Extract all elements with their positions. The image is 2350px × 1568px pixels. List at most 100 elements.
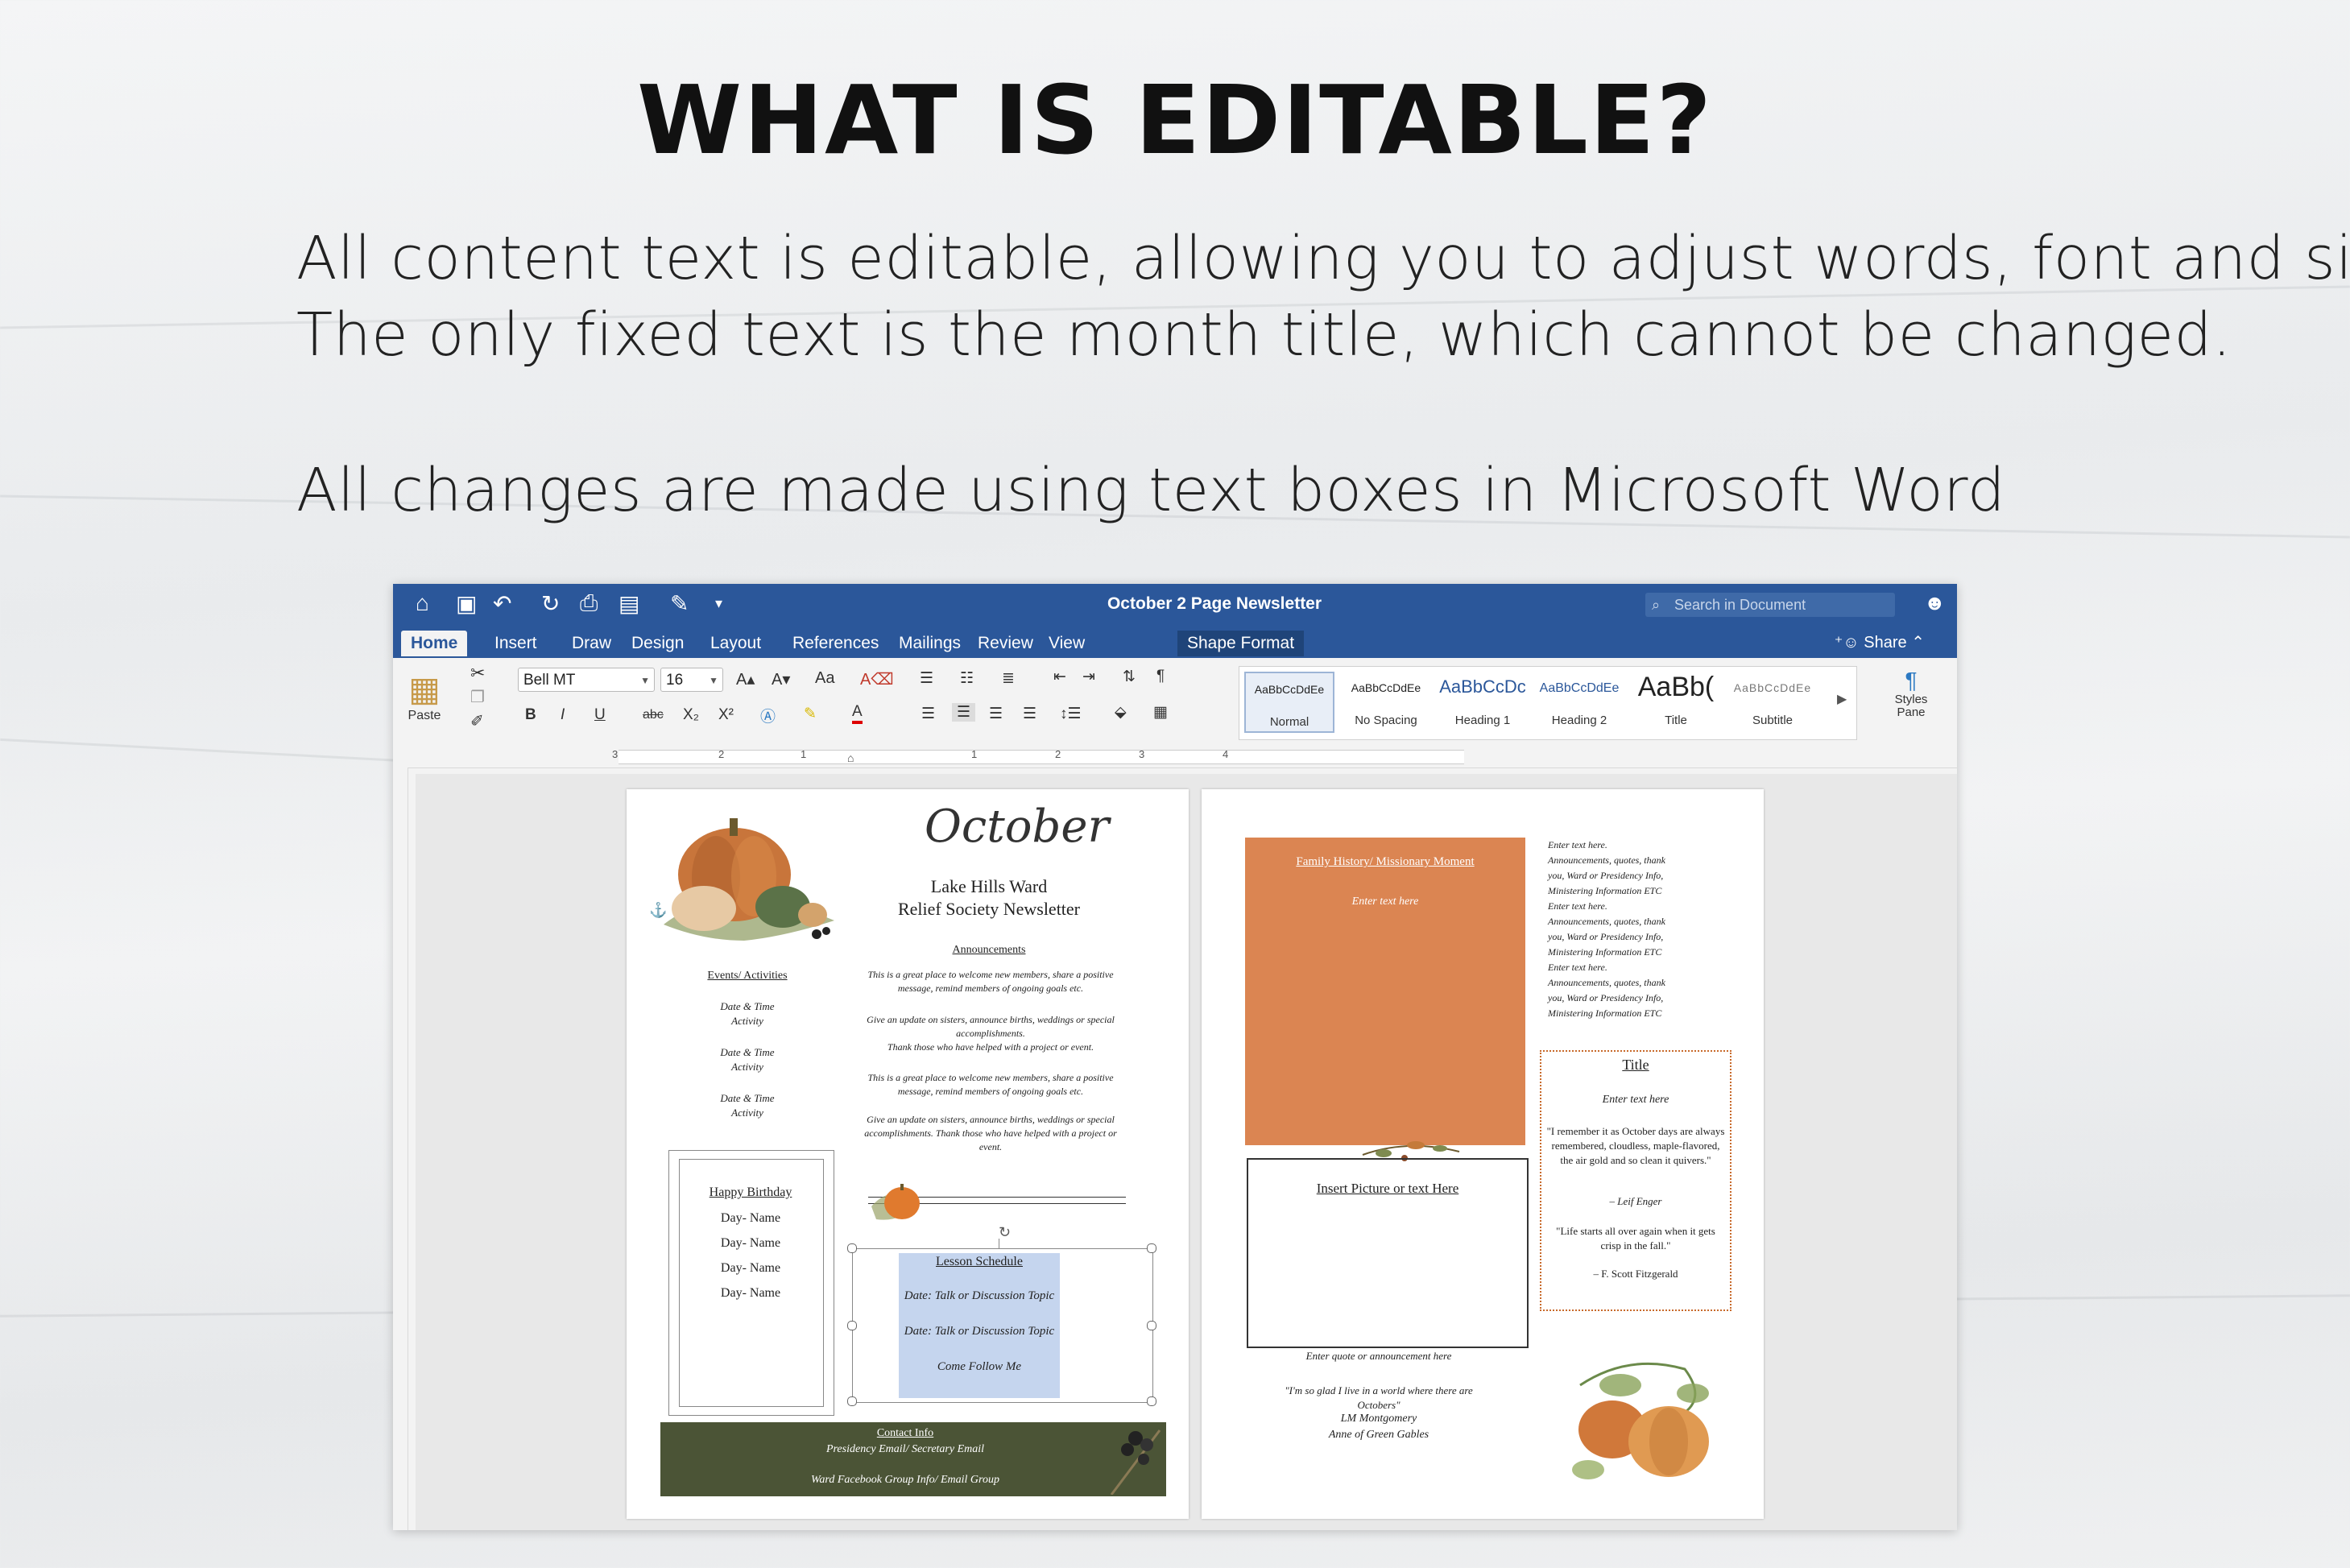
- quote-title-box[interactable]: Title Enter text here "I remember it as …: [1540, 1050, 1731, 1311]
- align-center-icon[interactable]: ☰: [952, 703, 976, 722]
- newsletter-name[interactable]: Relief Society Newsletter: [868, 899, 1110, 920]
- newsletter-page-2[interactable]: Family History/ Missionary Moment Enter …: [1202, 789, 1764, 1519]
- justify-icon[interactable]: ☰: [1023, 705, 1036, 723]
- closing-quote[interactable]: "I'm so glad I live in a world where the…: [1266, 1384, 1492, 1413]
- customize-icon[interactable]: ▾: [715, 595, 722, 612]
- resize-handle[interactable]: [1147, 1396, 1156, 1406]
- contact-line-2[interactable]: Ward Facebook Group Info/ Email Group: [652, 1474, 1158, 1487]
- announcement-text[interactable]: This is a great place to welcome new mem…: [862, 1071, 1119, 1098]
- indent-marker-icon[interactable]: ⌂: [847, 751, 854, 764]
- shading-icon[interactable]: ⬙: [1115, 703, 1127, 722]
- birthday-entry[interactable]: Day- Name: [675, 1261, 826, 1276]
- family-history-box[interactable]: Family History/ Missionary Moment Enter …: [1245, 838, 1525, 1145]
- bullets-icon[interactable]: ☰: [920, 669, 933, 688]
- side-text-block[interactable]: Enter text here. Announcements, quotes, …: [1548, 838, 1669, 899]
- contact-heading[interactable]: Contact Info: [652, 1427, 1158, 1440]
- lesson-entry[interactable]: Come Follow Me: [883, 1360, 1076, 1374]
- contact-info-box[interactable]: Contact Info Presidency Email/ Secretary…: [660, 1422, 1166, 1496]
- event-date[interactable]: Date & Time: [675, 1000, 820, 1013]
- ward-name[interactable]: Lake Hills Ward: [868, 876, 1110, 897]
- birthday-entry[interactable]: Day- Name: [675, 1286, 826, 1301]
- font-color-icon[interactable]: A: [852, 703, 863, 724]
- change-case-icon[interactable]: Aa: [815, 669, 834, 688]
- quote-box-title[interactable]: Title: [1541, 1057, 1730, 1074]
- italic-icon[interactable]: I: [561, 706, 565, 724]
- tab-mailings[interactable]: Mailings: [889, 631, 970, 656]
- horizontal-ruler[interactable]: 3 2 1 1 2 3 4 ⌂: [393, 745, 1957, 768]
- search-input[interactable]: ⌕ Search in Document: [1645, 593, 1895, 617]
- family-history-heading[interactable]: Family History/ Missionary Moment: [1245, 855, 1525, 869]
- style-title[interactable]: AaBb(Title: [1631, 672, 1721, 733]
- home-icon[interactable]: ⌂: [416, 590, 429, 616]
- borders-icon[interactable]: ▦: [1153, 703, 1168, 722]
- tab-review[interactable]: Review: [968, 631, 1043, 656]
- tab-view[interactable]: View: [1039, 631, 1094, 656]
- sort-icon[interactable]: ⇅: [1123, 668, 1136, 686]
- font-name-select[interactable]: Bell MT ▼: [518, 668, 655, 692]
- rotate-handle-icon[interactable]: ↻: [999, 1224, 1011, 1241]
- contact-line-1[interactable]: Presidency Email/ Secretary Email: [652, 1443, 1158, 1456]
- format-painter-icon[interactable]: ✐: [470, 711, 484, 731]
- bold-icon[interactable]: B: [525, 706, 536, 724]
- multilevel-list-icon[interactable]: ≣: [1002, 669, 1015, 688]
- line-spacing-icon[interactable]: ↕☰: [1060, 705, 1082, 723]
- style-subtitle[interactable]: AaBbCcDdEe Subtitle: [1727, 672, 1818, 733]
- style-normal[interactable]: AaBbCcDdEe Normal: [1244, 672, 1334, 733]
- user-icon[interactable]: ☻: [1924, 590, 1946, 615]
- tab-draw[interactable]: Draw: [562, 631, 621, 656]
- lesson-entry[interactable]: Date: Talk or Discussion Topic: [883, 1325, 1076, 1338]
- picture-placeholder-text[interactable]: Insert Picture or text Here: [1248, 1181, 1527, 1197]
- share-button[interactable]: ⁺☺ Share ⌃: [1835, 632, 1925, 652]
- announcement-text[interactable]: This is a great place to welcome new mem…: [862, 968, 1119, 995]
- closing-quote-source[interactable]: Anne of Green Gables: [1266, 1429, 1492, 1442]
- announcements-heading[interactable]: Announcements: [908, 944, 1069, 957]
- print-icon[interactable]: ⎙: [580, 590, 598, 617]
- birthday-entry[interactable]: Day- Name: [675, 1211, 826, 1226]
- quote-author[interactable]: – Leif Enger: [1546, 1195, 1725, 1208]
- tab-references[interactable]: References: [783, 631, 888, 656]
- resize-handle[interactable]: [847, 1243, 857, 1253]
- underline-icon[interactable]: U: [594, 706, 606, 724]
- clear-formatting-icon[interactable]: A⌫: [860, 669, 894, 689]
- shrink-font-icon[interactable]: A▾: [772, 669, 790, 689]
- announcement-text[interactable]: Give an update on sisters, announce birt…: [862, 1013, 1119, 1041]
- strikethrough-icon[interactable]: abc: [643, 708, 664, 722]
- announcement-text[interactable]: Give an update on sisters, announce birt…: [862, 1113, 1119, 1154]
- show-formatting-icon[interactable]: ¶: [1156, 668, 1165, 685]
- resize-handle[interactable]: [1147, 1243, 1156, 1253]
- events-heading[interactable]: Events/ Activities: [675, 970, 820, 983]
- tab-layout[interactable]: Layout: [701, 631, 771, 656]
- align-right-icon[interactable]: ☰: [989, 705, 1003, 723]
- undo-icon[interactable]: ↶: [493, 590, 511, 617]
- highlight-icon[interactable]: ✎: [804, 705, 817, 723]
- styles-more-icon[interactable]: ▶: [1837, 691, 1847, 707]
- tab-home[interactable]: Home: [401, 631, 468, 656]
- styles-pane-button[interactable]: ¶ Styles Pane: [1883, 668, 1939, 719]
- newsletter-page-1[interactable]: ⚓ October Lake Hills Ward Relief Society…: [627, 789, 1189, 1519]
- superscript-icon[interactable]: X²: [718, 706, 734, 724]
- lesson-entry[interactable]: Date: Talk or Discussion Topic: [883, 1289, 1076, 1303]
- copy-icon[interactable]: ❐: [470, 687, 485, 707]
- quote-box-text[interactable]: Enter text here: [1541, 1094, 1730, 1107]
- increase-indent-icon[interactable]: ⇥: [1082, 668, 1095, 686]
- vertical-ruler[interactable]: [393, 767, 408, 1530]
- event-activity[interactable]: Activity: [675, 1015, 820, 1028]
- family-history-text[interactable]: Enter text here: [1245, 896, 1525, 908]
- event-activity[interactable]: Activity: [675, 1061, 820, 1074]
- picture-placeholder-box[interactable]: Insert Picture or text Here: [1247, 1158, 1529, 1348]
- align-left-icon[interactable]: ☰: [921, 705, 935, 723]
- event-activity[interactable]: Activity: [675, 1107, 820, 1119]
- edit-icon[interactable]: ✎: [670, 590, 689, 617]
- subscript-icon[interactable]: X₂: [683, 706, 699, 724]
- font-size-select[interactable]: 16 ▼: [660, 668, 723, 692]
- resize-handle[interactable]: [847, 1321, 857, 1330]
- tab-design[interactable]: Design: [622, 631, 693, 656]
- closing-quote-author[interactable]: LM Montgomery: [1266, 1413, 1492, 1425]
- style-heading-2[interactable]: AaBbCcDdEe Heading 2: [1534, 672, 1624, 733]
- resize-handle[interactable]: [847, 1396, 857, 1406]
- announcement-text[interactable]: Thank those who have helped with a proje…: [862, 1041, 1119, 1054]
- side-text-block[interactable]: Enter text here. Announcements, quotes, …: [1548, 899, 1669, 960]
- event-date[interactable]: Date & Time: [675, 1092, 820, 1105]
- birthday-heading[interactable]: Happy Birthday: [675, 1185, 826, 1200]
- birthday-entry[interactable]: Day- Name: [675, 1236, 826, 1251]
